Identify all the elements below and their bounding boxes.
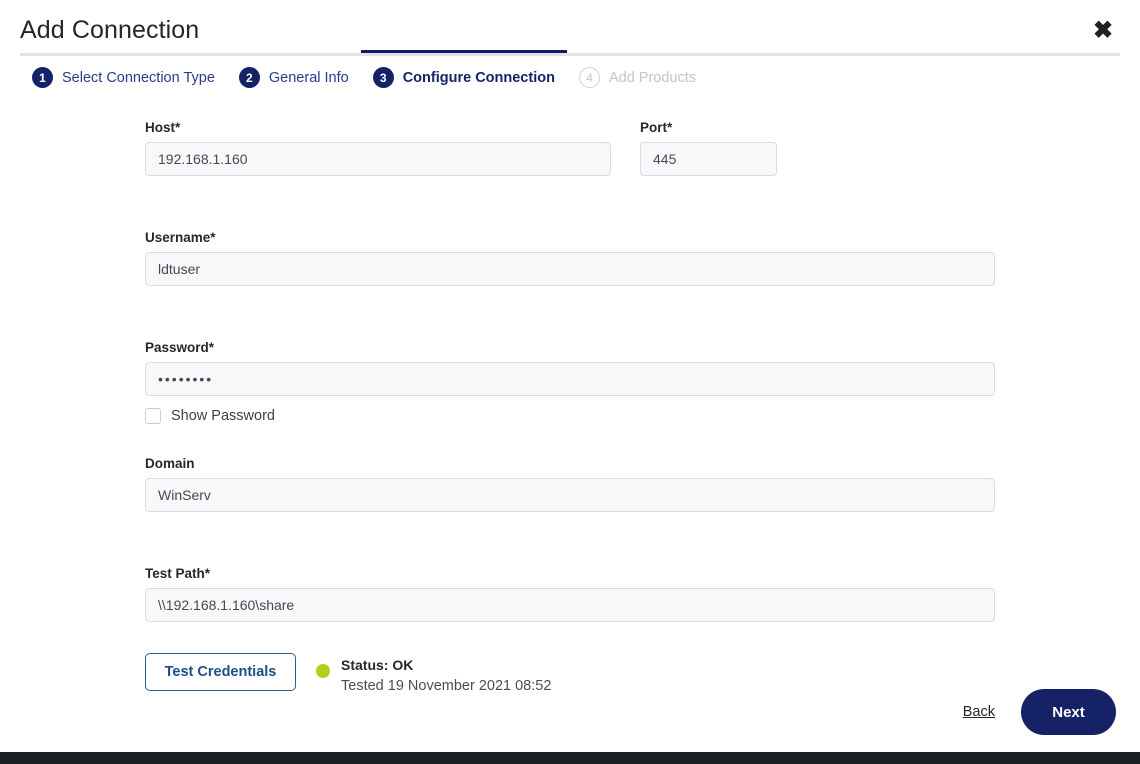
password-field-group: Password* •••••••• Show Password [145, 340, 1005, 424]
dialog-footer: Back Next [963, 689, 1116, 735]
step-general-info[interactable]: 2 General Info [227, 50, 361, 98]
test-path-input[interactable]: \\192.168.1.160\share [145, 588, 995, 622]
step-number: 2 [239, 67, 260, 88]
spacer [145, 176, 1005, 230]
host-port-row: Host* 192.168.1.160 Port* 445 [145, 120, 1005, 176]
password-input[interactable]: •••••••• [145, 362, 995, 396]
status-timestamp: Tested 19 November 2021 08:52 [341, 676, 551, 697]
test-path-label: Test Path* [145, 566, 1005, 581]
test-path-field-group: Test Path* \\192.168.1.160\share [145, 566, 1005, 622]
step-label: Select Connection Type [62, 70, 215, 86]
checkbox-icon[interactable] [145, 408, 161, 424]
step-configure-connection[interactable]: 3 Configure Connection [361, 50, 567, 98]
test-credentials-button[interactable]: Test Credentials [145, 653, 296, 691]
page-title: Add Connection [20, 16, 199, 45]
step-add-products: 4 Add Products [567, 50, 708, 98]
step-number: 3 [373, 67, 394, 88]
stepper: 1 Select Connection Type 2 General Info … [0, 49, 1140, 100]
step-select-connection-type[interactable]: 1 Select Connection Type [20, 50, 227, 98]
spacer [145, 424, 1005, 456]
dialog-header: Add Connection ✖ [0, 0, 1140, 49]
domain-field-group: Domain WinServ [145, 456, 1005, 512]
step-label: Configure Connection [403, 70, 555, 86]
domain-input[interactable]: WinServ [145, 478, 995, 512]
status-badge: Status: OK [341, 656, 551, 676]
test-credentials-row: Test Credentials Status: OK Tested 19 No… [145, 653, 1005, 696]
password-label: Password* [145, 340, 1005, 355]
password-masked-value: •••••••• [158, 371, 213, 387]
spacer [145, 512, 1005, 566]
status-indicator-icon [316, 664, 330, 678]
step-label: Add Products [609, 70, 696, 86]
port-label: Port* [640, 120, 777, 135]
back-link[interactable]: Back [963, 704, 995, 720]
host-field-group: Host* 192.168.1.160 [145, 120, 611, 176]
port-field-group: Port* 445 [640, 120, 777, 176]
show-password-label: Show Password [171, 408, 275, 424]
host-input[interactable]: 192.168.1.160 [145, 142, 611, 176]
username-input[interactable]: ldtuser [145, 252, 995, 286]
username-label: Username* [145, 230, 1005, 245]
add-connection-dialog: Add Connection ✖ 1 Select Connection Typ… [0, 0, 1140, 752]
step-number: 1 [32, 67, 53, 88]
show-password-toggle[interactable]: Show Password [145, 408, 1005, 424]
host-label: Host* [145, 120, 611, 135]
next-button[interactable]: Next [1021, 689, 1116, 735]
close-icon[interactable]: ✖ [1090, 18, 1116, 44]
spacer [145, 286, 1005, 340]
domain-label: Domain [145, 456, 1005, 471]
step-number: 4 [579, 67, 600, 88]
test-status: Status: OK Tested 19 November 2021 08:52 [341, 656, 551, 696]
step-label: General Info [269, 70, 349, 86]
port-input[interactable]: 445 [640, 142, 777, 176]
connection-form: Host* 192.168.1.160 Port* 445 Username* … [145, 120, 1005, 696]
username-field-group: Username* ldtuser [145, 230, 1005, 286]
